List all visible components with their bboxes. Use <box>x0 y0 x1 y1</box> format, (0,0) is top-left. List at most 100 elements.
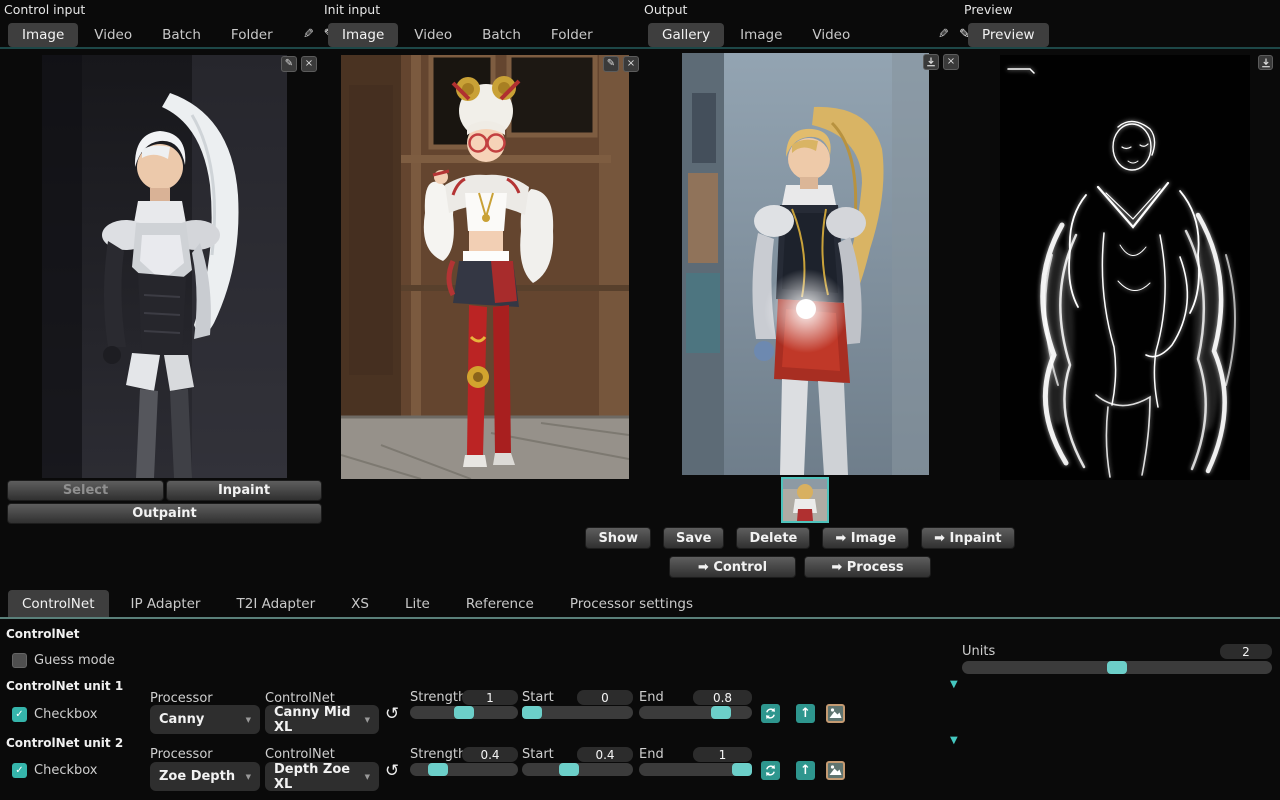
edit-image-icon[interactable]: ✎ <box>603 56 619 72</box>
to-image-button[interactable]: ➡ Image <box>822 527 909 549</box>
top-tab-underline <box>0 47 1280 49</box>
tab-output-gallery[interactable]: Gallery <box>648 23 724 47</box>
unit2-end-handle[interactable] <box>732 763 752 776</box>
close-image-icon[interactable]: × <box>301 56 317 72</box>
output-tabs: Gallery Image Video ✎ ✎ <box>648 22 970 47</box>
unit1-strength-label: Strength <box>410 690 466 705</box>
unit2-strength-handle[interactable] <box>428 763 448 776</box>
check-icon: ✓ <box>15 765 23 776</box>
delete-button[interactable]: Delete <box>736 527 810 549</box>
tab-control-folder[interactable]: Folder <box>217 23 287 47</box>
unit1-image-icon[interactable] <box>826 704 845 723</box>
output-image-corner-buttons: × <box>923 54 959 70</box>
save-button[interactable]: Save <box>663 527 724 549</box>
unit1-expand-icon[interactable]: ▼ <box>950 680 958 690</box>
units-slider-handle[interactable] <box>1107 661 1127 674</box>
init-input-title: Init input <box>324 2 380 17</box>
unit1-end-slider[interactable] <box>639 706 752 719</box>
unit2-image-icon[interactable] <box>826 761 845 780</box>
unit2-reset-icon[interactable]: ↺ <box>385 763 399 780</box>
unit2-enabled-checkbox[interactable]: ✓ <box>12 763 27 778</box>
unit1-controlnet-dropdown[interactable]: Canny Mid XL ▼ <box>265 705 379 734</box>
tab-xs[interactable]: XS <box>337 590 383 617</box>
unit1-title: ControlNet unit 1 <box>6 679 123 693</box>
unit2-expand-icon[interactable]: ▼ <box>950 736 958 746</box>
tab-t2i-adapter[interactable]: T2I Adapter <box>222 590 329 617</box>
unit2-start-slider[interactable] <box>522 763 633 776</box>
tab-output-image[interactable]: Image <box>726 23 796 47</box>
unit2-strength-value[interactable]: 0.4 <box>462 747 518 762</box>
tab-control-image[interactable]: Image <box>8 23 78 47</box>
control-input-image[interactable] <box>42 55 287 478</box>
preview-title: Preview <box>964 2 1013 17</box>
preview-image-corner-buttons <box>1258 55 1273 70</box>
init-input-image[interactable] <box>341 55 629 479</box>
close-image-icon[interactable]: × <box>623 56 639 72</box>
inpaint-button[interactable]: Inpaint <box>166 480 322 501</box>
units-value[interactable]: 2 <box>1220 644 1272 659</box>
tab-control-video[interactable]: Video <box>80 23 146 47</box>
unit1-start-value[interactable]: 0 <box>577 690 633 705</box>
unit2-processor-dropdown[interactable]: Zoe Depth ▼ <box>150 762 260 791</box>
unit1-start-slider[interactable] <box>522 706 633 719</box>
chevron-down-icon: ▼ <box>365 716 370 724</box>
unit1-enabled-checkbox[interactable]: ✓ <box>12 707 27 722</box>
unit1-processor-dropdown[interactable]: Canny ▼ <box>150 705 260 734</box>
unit2-refresh-icon[interactable] <box>761 761 780 780</box>
unit2-start-handle[interactable] <box>559 763 579 776</box>
tab-reference[interactable]: Reference <box>452 590 548 617</box>
to-control-button[interactable]: ➡ Control <box>669 556 796 578</box>
output-transfer-row: ➡ Control ➡ Process <box>640 556 960 578</box>
tab-control-batch[interactable]: Batch <box>148 23 215 47</box>
units-label: Units <box>962 644 995 659</box>
show-button[interactable]: Show <box>585 527 651 549</box>
preview-tabs: Preview <box>968 22 1049 47</box>
to-process-button[interactable]: ➡ Process <box>804 556 931 578</box>
tab-lite[interactable]: Lite <box>391 590 444 617</box>
unit2-end-slider[interactable] <box>639 763 752 776</box>
tab-preview[interactable]: Preview <box>968 23 1049 47</box>
tab-output-video[interactable]: Video <box>798 23 864 47</box>
tab-processor-settings[interactable]: Processor settings <box>556 590 707 617</box>
unit1-end-value[interactable]: 0.8 <box>693 690 752 705</box>
unit2-strength-slider[interactable] <box>410 763 518 776</box>
chevron-down-icon: ▼ <box>246 716 251 724</box>
controlnet-section-title: ControlNet <box>6 627 80 641</box>
tab-controlnet[interactable]: ControlNet <box>8 590 109 617</box>
unit1-upload-icon[interactable]: ↑ <box>796 704 815 723</box>
outpaint-button[interactable]: Outpaint <box>7 503 322 524</box>
chevron-down-icon: ▼ <box>365 773 370 781</box>
guess-mode-checkbox[interactable] <box>12 653 27 668</box>
output-image[interactable] <box>682 53 929 475</box>
mask-pencil-icon[interactable]: ✎ <box>938 28 949 41</box>
tab-init-folder[interactable]: Folder <box>537 23 607 47</box>
select-button[interactable]: Select <box>7 480 164 501</box>
init-image-corner-buttons: ✎ × <box>603 56 639 72</box>
unit1-reset-icon[interactable]: ↺ <box>385 706 399 723</box>
unit1-strength-value[interactable]: 1 <box>462 690 518 705</box>
controlnet-tabs: ControlNet IP Adapter T2I Adapter XS Lit… <box>8 590 707 617</box>
tab-init-image[interactable]: Image <box>328 23 398 47</box>
unit1-end-handle[interactable] <box>711 706 731 719</box>
tab-init-batch[interactable]: Batch <box>468 23 535 47</box>
units-slider[interactable] <box>962 661 1272 674</box>
gallery-thumbnail[interactable] <box>781 477 829 523</box>
unit1-strength-handle[interactable] <box>454 706 474 719</box>
unit2-controlnet-dropdown[interactable]: Depth Zoe XL ▼ <box>265 762 379 791</box>
tab-init-video[interactable]: Video <box>400 23 466 47</box>
to-inpaint-button[interactable]: ➡ Inpaint <box>921 527 1015 549</box>
preview-image[interactable] <box>1000 55 1250 480</box>
close-image-icon[interactable]: × <box>943 54 959 70</box>
unit1-start-handle[interactable] <box>522 706 542 719</box>
edit-image-icon[interactable]: ✎ <box>281 56 297 72</box>
unit2-start-value[interactable]: 0.4 <box>577 747 633 762</box>
tab-ip-adapter[interactable]: IP Adapter <box>117 590 215 617</box>
unit2-upload-icon[interactable]: ↑ <box>796 761 815 780</box>
unit1-refresh-icon[interactable] <box>761 704 780 723</box>
unit2-end-value[interactable]: 1 <box>693 747 752 762</box>
download-preview-icon[interactable] <box>1258 55 1273 70</box>
mask-pencil-icon[interactable]: ✎ <box>303 28 314 41</box>
download-image-icon[interactable] <box>923 54 939 70</box>
unit1-enabled-label: Checkbox <box>34 707 98 722</box>
unit1-strength-slider[interactable] <box>410 706 518 719</box>
